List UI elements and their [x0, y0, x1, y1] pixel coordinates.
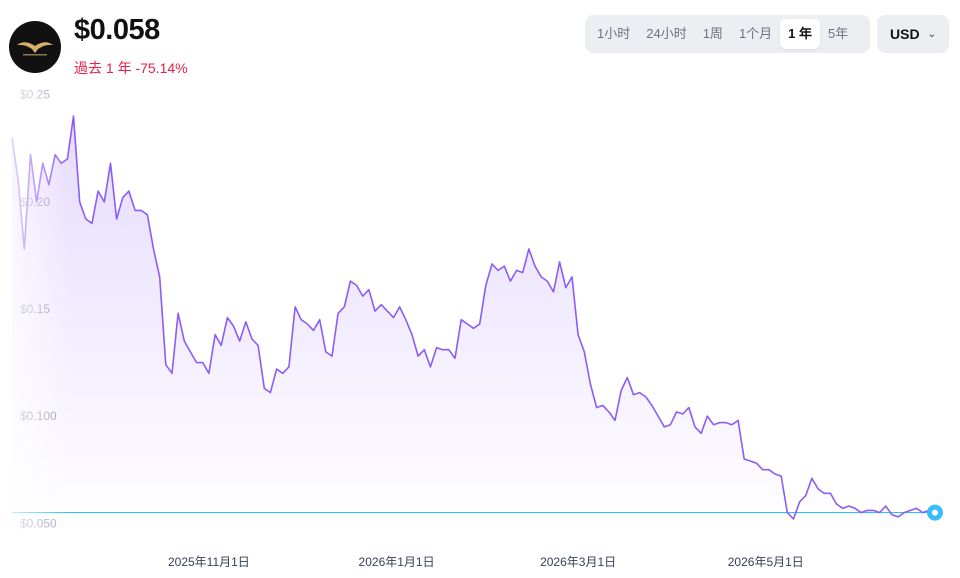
x-tick-label: 2025年11月1日 — [168, 555, 250, 569]
x-tick-label: 2026年5月1日 — [728, 555, 804, 569]
range-1y[interactable]: 1 年 — [780, 19, 821, 49]
range-24h[interactable]: 24小时 — [638, 19, 694, 49]
token-logo — [9, 21, 61, 73]
x-axis: 2025年11月1日 2026年1月1日 2026年3月1日 2026年5月1日 — [168, 555, 804, 569]
currency-dropdown[interactable]: USD ⌄ — [877, 15, 949, 53]
price-area-fill — [12, 116, 935, 534]
x-tick-label: 2026年3月1日 — [540, 555, 616, 569]
left-fade-overlay — [0, 84, 70, 578]
price-change-1y: 過去 1 年 -75.14% — [74, 60, 188, 76]
currency-label: USD — [890, 26, 920, 42]
current-price-marker[interactable] — [927, 504, 943, 521]
chevron-down-icon: ⌄ — [927, 28, 936, 40]
range-1w[interactable]: 1周 — [695, 19, 731, 49]
range-1h[interactable]: 1小时 — [589, 19, 638, 49]
marker-inner-dot — [932, 509, 938, 516]
eagle-logo-icon — [17, 42, 53, 56]
range-1m[interactable]: 1个月 — [731, 19, 780, 49]
price-chart: $0.25$0.20$0.15$0.100$0.050 2025年11月1日20… — [0, 84, 943, 578]
price-header: $0.058 過去 1 年 -75.14% 1小时 24小时 1周 1个月 1 … — [0, 0, 960, 90]
current-price: $0.058 — [74, 14, 160, 46]
time-range-selector: 1小时 24小时 1周 1个月 1 年 5年 — [585, 15, 870, 53]
range-5y[interactable]: 5年 — [820, 19, 856, 49]
x-tick-label: 2026年1月1日 — [359, 555, 435, 569]
